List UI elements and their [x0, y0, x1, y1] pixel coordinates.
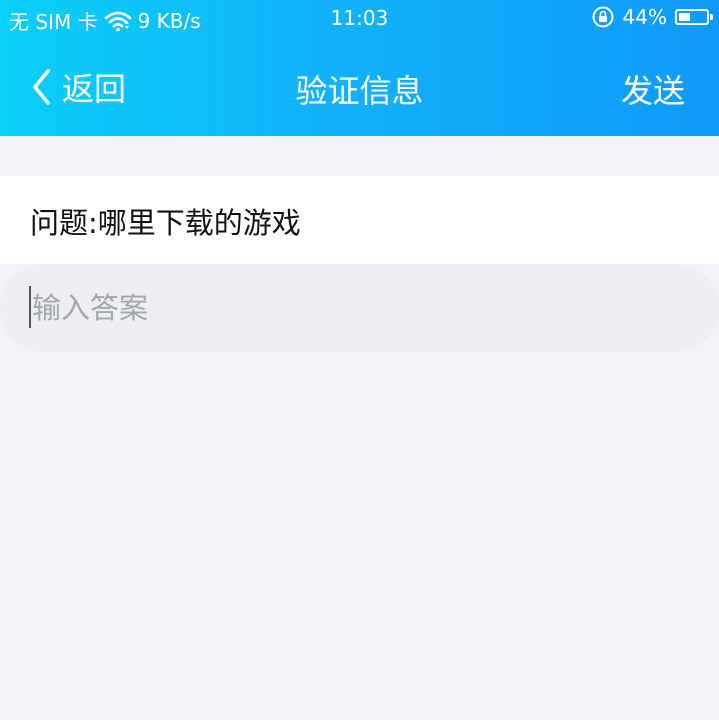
battery-nub: [710, 14, 713, 20]
app-header: 无 SIM 卡 9 KB/s 11:03 44% 返回 验证信息 发送: [0, 0, 719, 136]
question-row: 问题:哪里下载的游戏: [0, 176, 719, 264]
send-button[interactable]: 发送: [621, 66, 685, 112]
status-bar: 无 SIM 卡 9 KB/s 11:03 44%: [0, 0, 719, 38]
answer-field[interactable]: [0, 264, 719, 352]
rotation-lock-icon: [592, 6, 614, 28]
battery-fill: [679, 13, 690, 21]
page-title: 验证信息: [295, 72, 424, 110]
status-right: 44%: [591, 5, 713, 29]
battery-percent: 44%: [622, 5, 667, 29]
answer-input[interactable]: [28, 282, 692, 334]
question-text: 问题:哪里下载的游戏: [30, 206, 301, 240]
nav-bar: 返回 验证信息 发送: [0, 38, 719, 136]
battery-icon: [675, 9, 713, 25]
text-cursor: [29, 286, 31, 328]
